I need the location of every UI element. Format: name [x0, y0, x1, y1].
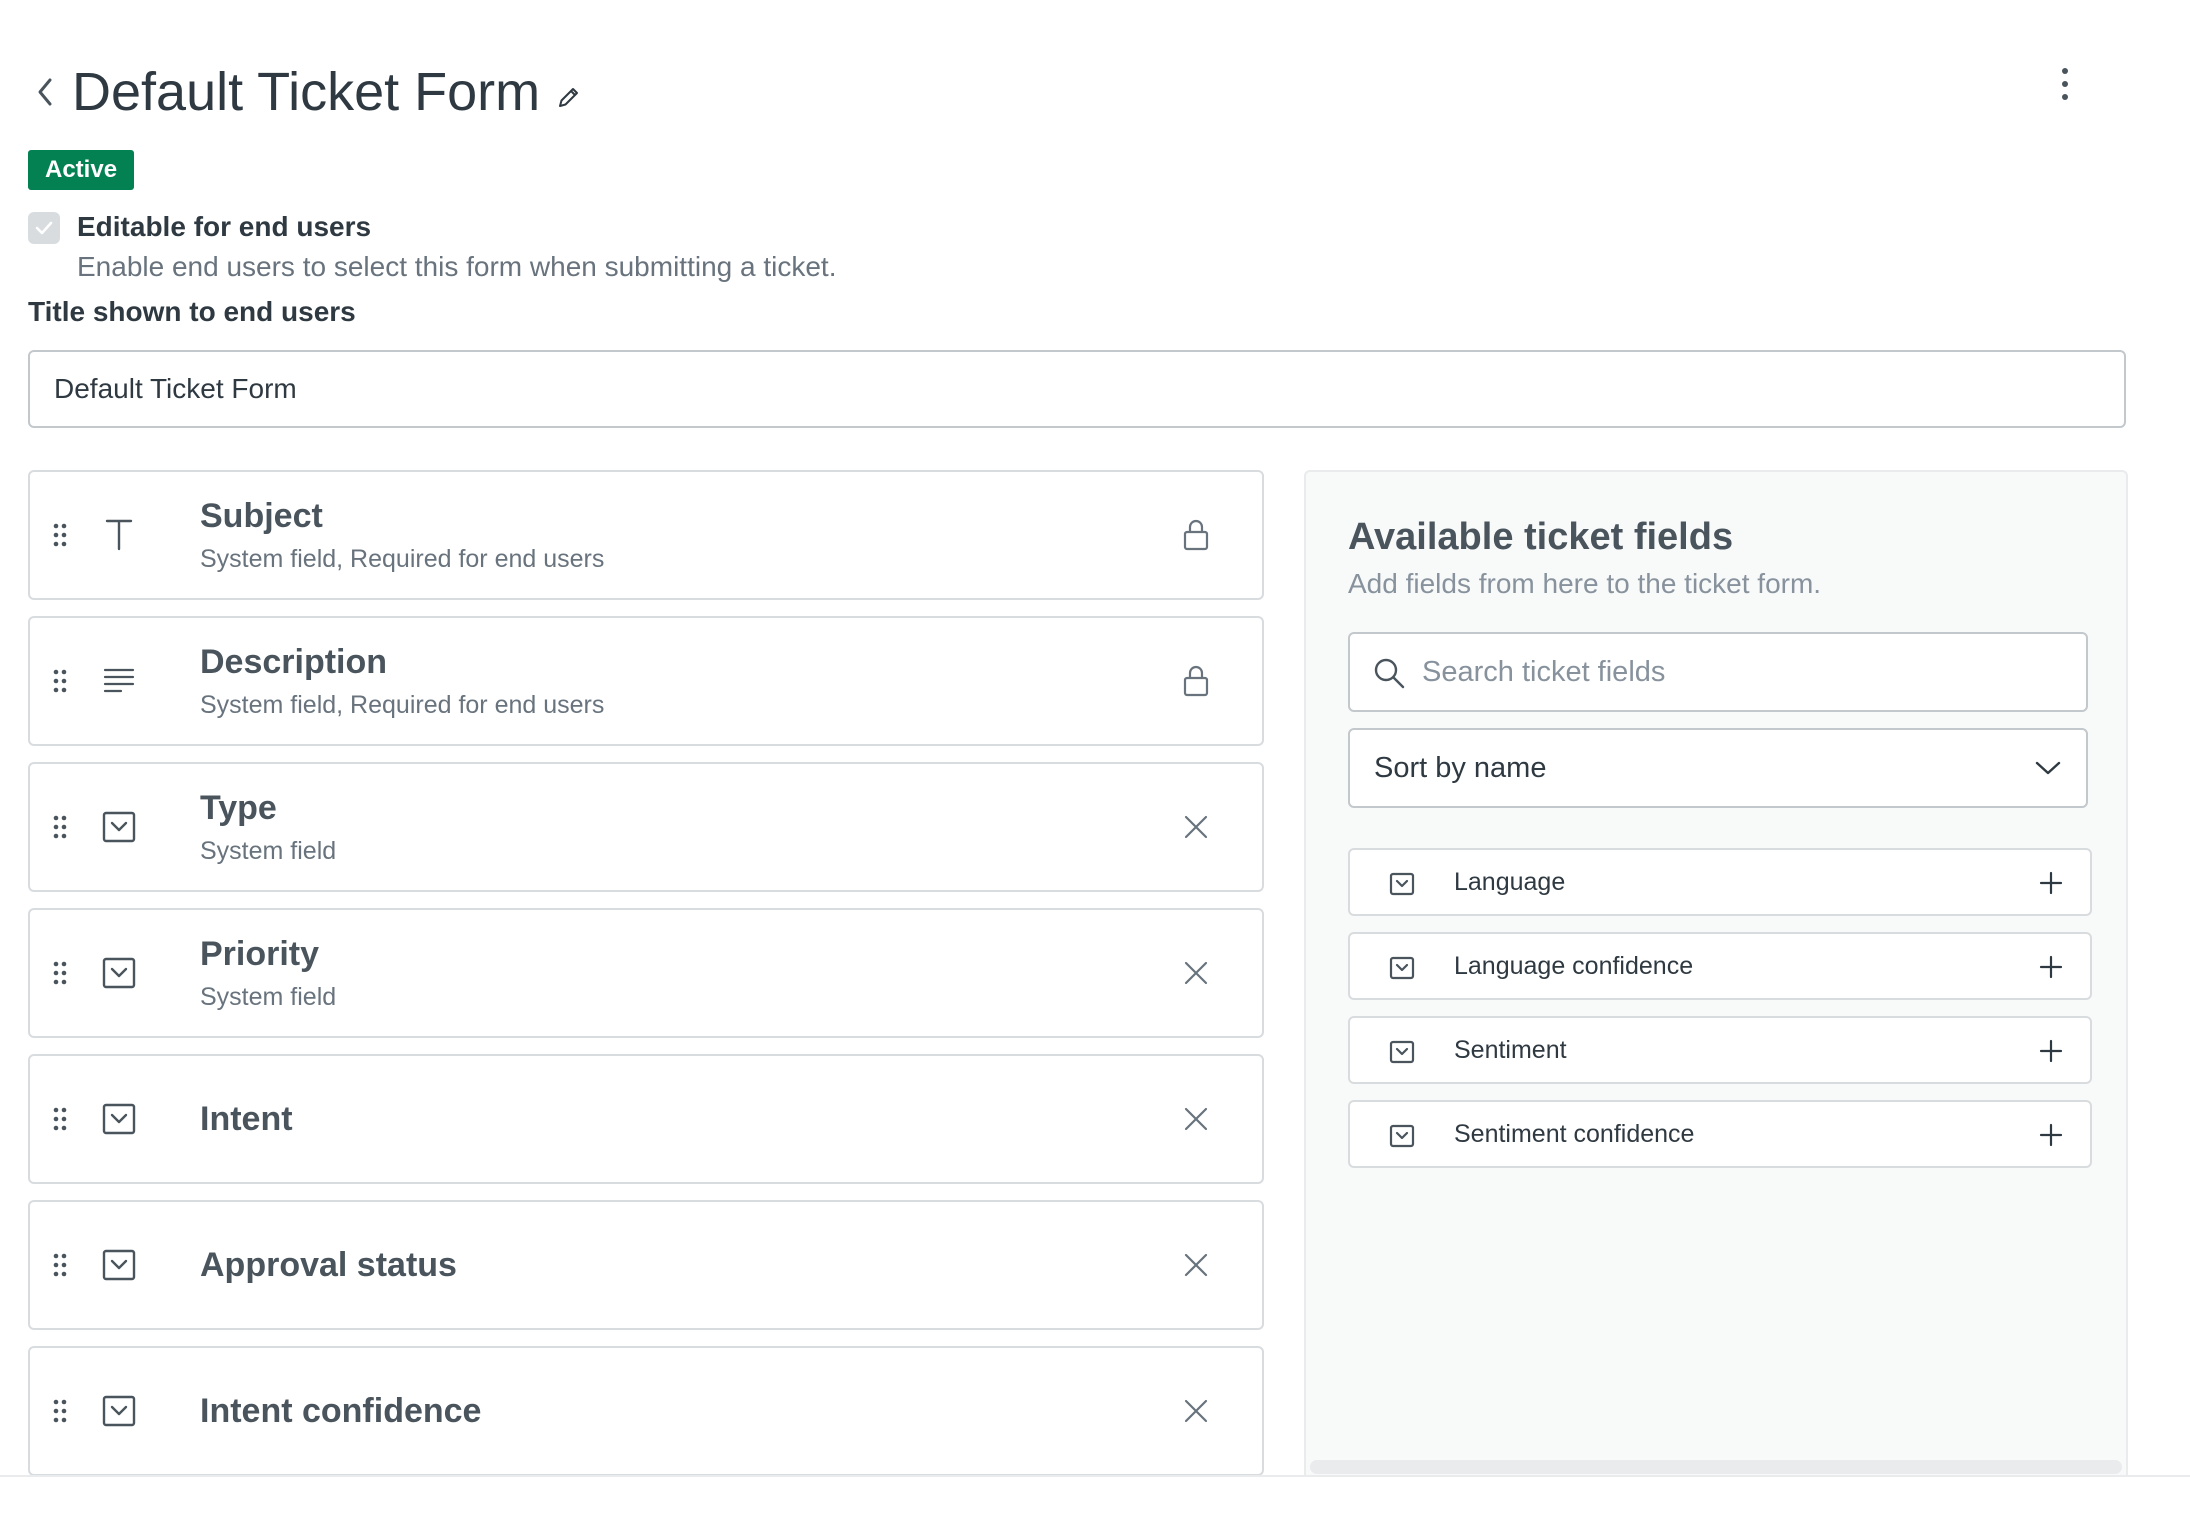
available-fields-subtitle: Add fields from here to the ticket form. — [1348, 568, 1822, 599]
available-field-item[interactable]: Sentiment — [1348, 1016, 2092, 1084]
drag-handle-icon[interactable] — [52, 668, 68, 694]
remove-field-button[interactable] — [1176, 953, 1216, 993]
dropdown-icon — [102, 956, 136, 990]
kebab-menu-icon — [2062, 94, 2068, 100]
remove-icon — [1183, 814, 1209, 840]
form-field-card[interactable]: Subject System field, Required for end us… — [28, 470, 1264, 600]
form-field-card[interactable]: Description System field, Required for en… — [28, 616, 1264, 746]
dropdown-icon — [1388, 1122, 1416, 1150]
dropdown-icon — [1388, 870, 1416, 898]
drag-handle-icon[interactable] — [52, 1106, 68, 1132]
form-field-card[interactable]: Priority System field — [28, 908, 1264, 1038]
plus-icon — [2039, 1039, 2063, 1063]
form-fields-list: Subject System field, Required for end us… — [28, 470, 1264, 1475]
form-field-description: System field — [200, 983, 337, 1011]
chevron-left-icon — [38, 78, 52, 106]
sort-select-value: Sort by name — [1374, 752, 1547, 784]
search-icon — [1374, 658, 1405, 689]
dropdown-icon — [1388, 1038, 1416, 1066]
sort-select[interactable]: Sort by name — [1348, 728, 2088, 808]
locked-field-indicator — [1176, 661, 1216, 701]
form-field-name: Subject — [200, 497, 323, 535]
ticket-form-editor: Default Ticket Form Active Editable for … — [0, 0, 2190, 1475]
chevron-down-icon — [2035, 761, 2061, 775]
available-fields-title: Available ticket fields — [1348, 516, 1734, 558]
title-field-label: Title shown to end users — [28, 296, 356, 327]
remove-icon — [1183, 960, 1209, 986]
form-field-card[interactable]: Type System field — [28, 762, 1264, 892]
dropdown-icon — [102, 810, 136, 844]
form-field-description: System field — [200, 837, 337, 865]
title-input[interactable] — [28, 350, 2126, 428]
drag-handle-icon[interactable] — [52, 522, 68, 548]
back-button[interactable] — [28, 62, 62, 122]
edit-title-button[interactable] — [552, 80, 586, 114]
remove-field-button[interactable] — [1176, 1245, 1216, 1285]
viewport-bottom-edge — [0, 1475, 2190, 1514]
remove-field-button[interactable] — [1176, 1391, 1216, 1431]
multiline-icon — [102, 664, 136, 698]
editable-checkbox[interactable] — [28, 212, 60, 244]
dropdown-icon — [1388, 954, 1416, 982]
available-fields-panel: Available ticket fields Add fields from … — [1304, 470, 2128, 1475]
form-field-name: Priority — [200, 935, 320, 973]
drag-handle-icon[interactable] — [52, 1252, 68, 1278]
drag-handle-icon[interactable] — [52, 960, 68, 986]
search-box — [1348, 632, 2088, 712]
form-field-name: Description — [200, 643, 388, 681]
dropdown-icon — [102, 1248, 136, 1282]
add-field-button[interactable] — [2036, 952, 2066, 982]
drag-handle-icon[interactable] — [52, 814, 68, 840]
kebab-menu-icon — [2062, 81, 2068, 87]
add-field-button[interactable] — [2036, 1120, 2066, 1150]
form-field-description: System field, Required for end users — [200, 545, 605, 573]
plus-icon — [2039, 1123, 2063, 1147]
remove-field-button[interactable] — [1176, 807, 1216, 847]
more-options-button[interactable] — [2040, 62, 2090, 106]
dropdown-icon — [102, 1102, 136, 1136]
available-field-label: Language confidence — [1454, 952, 1694, 980]
plus-icon — [2039, 871, 2063, 895]
form-field-name: Approval status — [200, 1246, 457, 1284]
available-field-label: Sentiment confidence — [1454, 1120, 1695, 1148]
dropdown-icon — [102, 1394, 136, 1428]
add-field-button[interactable] — [2036, 1036, 2066, 1066]
lock-icon — [1182, 664, 1210, 698]
checkmark-icon — [35, 221, 53, 235]
drag-handle-icon[interactable] — [52, 1398, 68, 1424]
text-icon — [102, 518, 136, 552]
remove-field-button[interactable] — [1176, 1099, 1216, 1139]
editable-for-end-users: Editable for end users Enable end users … — [28, 210, 837, 284]
form-field-card[interactable]: Intent confidence — [28, 1346, 1264, 1475]
form-field-card[interactable]: Intent — [28, 1054, 1264, 1184]
available-field-label: Sentiment — [1454, 1036, 1567, 1064]
remove-icon — [1183, 1106, 1209, 1132]
form-field-name: Intent — [200, 1100, 293, 1138]
form-field-name: Type — [200, 789, 277, 827]
pencil-icon — [559, 88, 579, 107]
form-field-description: System field, Required for end users — [200, 691, 605, 719]
available-fields-list: Language Language confidence Sentiment Sent… — [1348, 848, 2092, 1184]
remove-icon — [1183, 1252, 1209, 1278]
plus-icon — [2039, 955, 2063, 979]
editable-hint: Enable end users to select this form whe… — [77, 251, 837, 282]
form-field-name: Intent confidence — [200, 1392, 482, 1430]
available-field-item[interactable]: Sentiment confidence — [1348, 1100, 2092, 1168]
panel-scrollbar[interactable] — [1310, 1460, 2122, 1474]
status-badge: Active — [28, 150, 135, 190]
search-input[interactable] — [1422, 634, 2062, 710]
page-header: Default Ticket Form — [28, 52, 586, 132]
page-title: Default Ticket Form — [72, 62, 541, 122]
lock-icon — [1182, 518, 1210, 552]
locked-field-indicator — [1176, 515, 1216, 555]
form-field-card[interactable]: Approval status — [28, 1200, 1264, 1330]
add-field-button[interactable] — [2036, 868, 2066, 898]
available-field-item[interactable]: Language — [1348, 848, 2092, 916]
available-field-item[interactable]: Language confidence — [1348, 932, 2092, 1000]
kebab-menu-icon — [2062, 68, 2068, 74]
remove-icon — [1183, 1398, 1209, 1424]
available-field-label: Language — [1454, 868, 1566, 896]
editable-label: Editable for end users — [77, 211, 372, 242]
